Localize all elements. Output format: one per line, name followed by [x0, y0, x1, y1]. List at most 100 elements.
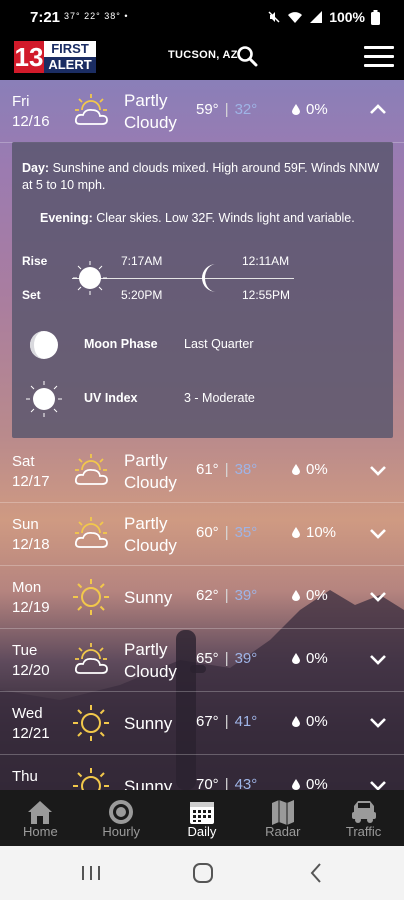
- logo-first: FIRST: [44, 41, 96, 57]
- back-icon[interactable]: [308, 862, 324, 884]
- daily-forecast-list[interactable]: Fri 12/16 Partly Cloudy 59° | 32° 0% Day: Su…: [0, 80, 404, 790]
- precip: 10%: [292, 524, 336, 541]
- nav-traffic[interactable]: Traffic: [323, 790, 404, 846]
- location-label[interactable]: TUCSON, AZ: [168, 49, 238, 61]
- recent-apps-icon[interactable]: [80, 864, 102, 882]
- status-right: 100%: [267, 9, 380, 25]
- uv-index-row: UV Index 3 - Moderate: [12, 379, 393, 419]
- search-icon[interactable]: [236, 45, 258, 67]
- partly-cloudy-icon: [74, 454, 108, 485]
- day-date: Fri 12/16: [12, 93, 50, 130]
- signal-icon: [310, 11, 323, 23]
- sunny-icon: [73, 579, 109, 615]
- app-header: 13 FIRST ALERT TUCSON, AZ: [0, 36, 404, 80]
- sunrise-time: 7:17AM: [121, 254, 163, 268]
- precip: 0%: [292, 461, 328, 478]
- hourly-icon: [109, 800, 134, 824]
- status-time: 7:21: [30, 9, 61, 26]
- sun-moon-times: Rise Set 7:17AM 5:20PM 12:11AM 12:55PM: [12, 248, 393, 308]
- temps: 65° | 39°: [196, 650, 258, 667]
- battery-icon: [371, 9, 380, 25]
- condition-text: Sunny: [124, 588, 173, 607]
- crescent-moon-icon: [202, 264, 216, 292]
- moon-phase-value: Last Quarter: [184, 337, 254, 351]
- chevron-down-icon[interactable]: [368, 460, 388, 480]
- day-date: Thu: [12, 768, 38, 785]
- nav-radar[interactable]: Radar: [242, 790, 323, 846]
- day-description: Day: Sunshine and clouds mixed. High aro…: [22, 161, 380, 192]
- day-row-fri[interactable]: Fri 12/16 Partly Cloudy 59° | 32° 0% Day: Su…: [0, 80, 404, 438]
- chevron-down-icon[interactable]: [368, 523, 388, 543]
- nav-daily[interactable]: Daily: [162, 790, 243, 846]
- sun-icon: [73, 261, 107, 295]
- moon-phase-icon: [30, 331, 58, 359]
- chevron-down-icon[interactable]: [368, 649, 388, 669]
- temps: 70° | 43°: [196, 776, 258, 790]
- raindrop-icon: [292, 527, 300, 538]
- condition-text: Sunny: [124, 714, 173, 733]
- evening-description: Evening: Clear skies. Low 32F. Winds lig…: [40, 211, 355, 225]
- set-label: Set: [22, 288, 41, 302]
- status-notification-icons: 37° 22° 38° •: [64, 11, 129, 21]
- mute-icon: [268, 11, 280, 23]
- sunset-time: 5:20PM: [121, 288, 163, 302]
- precip: 0%: [292, 101, 328, 118]
- day-date: Sun 12/18: [12, 516, 50, 553]
- nav-hourly[interactable]: Hourly: [81, 790, 162, 846]
- car-icon: [351, 801, 376, 823]
- battery-percent: 100%: [329, 9, 365, 25]
- raindrop-icon: [292, 779, 300, 790]
- logo-number: 13: [14, 41, 44, 73]
- day-date: Mon 12/19: [12, 579, 50, 616]
- sunny-icon: [73, 768, 109, 790]
- temps: 62° | 39°: [196, 587, 258, 604]
- chevron-down-icon[interactable]: [368, 775, 388, 790]
- moonset-time: 12:55PM: [242, 288, 291, 302]
- temps: 60° | 35°: [196, 524, 258, 541]
- status-bar: 7:21 37° 22° 38° • 100%: [0, 0, 404, 36]
- precip: 0%: [292, 713, 328, 730]
- chevron-up-icon[interactable]: [368, 100, 388, 120]
- moon-phase-row: Moon Phase Last Quarter: [12, 325, 393, 365]
- home-icon: [28, 801, 53, 824]
- partly-cloudy-icon: [74, 94, 108, 125]
- day-row-mon[interactable]: Mon 12/19 Sunny 62° | 39° 0%: [0, 566, 404, 629]
- bottom-navigation: Home Hourly Daily Radar Traffic: [0, 790, 404, 846]
- raindrop-icon: [292, 464, 300, 475]
- day-row-sun[interactable]: Sun 12/18 Partly Cloudy 60° | 35° 10%: [0, 503, 404, 566]
- first-alert-logo[interactable]: 13 FIRST ALERT: [14, 41, 96, 73]
- day-date: Sat 12/17: [12, 453, 50, 490]
- precip: 0%: [292, 776, 328, 790]
- menu-icon[interactable]: [364, 46, 394, 70]
- chevron-down-icon[interactable]: [368, 586, 388, 606]
- temps: 61° | 38°: [196, 461, 258, 478]
- day-row-wed[interactable]: Wed 12/21 Sunny 67° | 41° 0%: [0, 692, 404, 755]
- day-detail-panel: Day: Sunshine and clouds mixed. High aro…: [12, 142, 393, 438]
- day-date: Tue 12/20: [12, 642, 50, 679]
- raindrop-icon: [292, 716, 300, 727]
- condition-text: Partly Cloudy: [124, 91, 177, 132]
- raindrop-icon: [292, 104, 300, 115]
- nav-home[interactable]: Home: [0, 790, 81, 846]
- sunny-icon: [73, 705, 109, 741]
- raindrop-icon: [292, 590, 300, 601]
- precip: 0%: [292, 650, 328, 667]
- day-date: Wed 12/21: [12, 705, 50, 742]
- map-icon: [271, 800, 294, 825]
- moon-phase-label: Moon Phase: [84, 337, 158, 351]
- home-button-icon[interactable]: [192, 862, 214, 884]
- uv-index-label: UV Index: [84, 391, 138, 405]
- logo-alert: ALERT: [44, 57, 96, 73]
- uv-sun-icon: [26, 381, 62, 417]
- wifi-icon: [288, 12, 303, 23]
- partly-cloudy-icon: [74, 643, 108, 674]
- calendar-icon: [189, 802, 214, 824]
- uv-index-value: 3 - Moderate: [184, 391, 255, 405]
- day-row-thu[interactable]: Thu Sunny 70° | 43° 0%: [0, 755, 404, 790]
- day-row-sat[interactable]: Sat 12/17 Partly Cloudy 61° | 38° 0%: [0, 440, 404, 503]
- partly-cloudy-icon: [74, 517, 108, 548]
- condition-text: Partly Cloudy: [124, 640, 177, 681]
- condition-text: Sunny: [124, 777, 173, 790]
- day-row-tue[interactable]: Tue 12/20 Partly Cloudy 65° | 39° 0%: [0, 629, 404, 692]
- chevron-down-icon[interactable]: [368, 712, 388, 732]
